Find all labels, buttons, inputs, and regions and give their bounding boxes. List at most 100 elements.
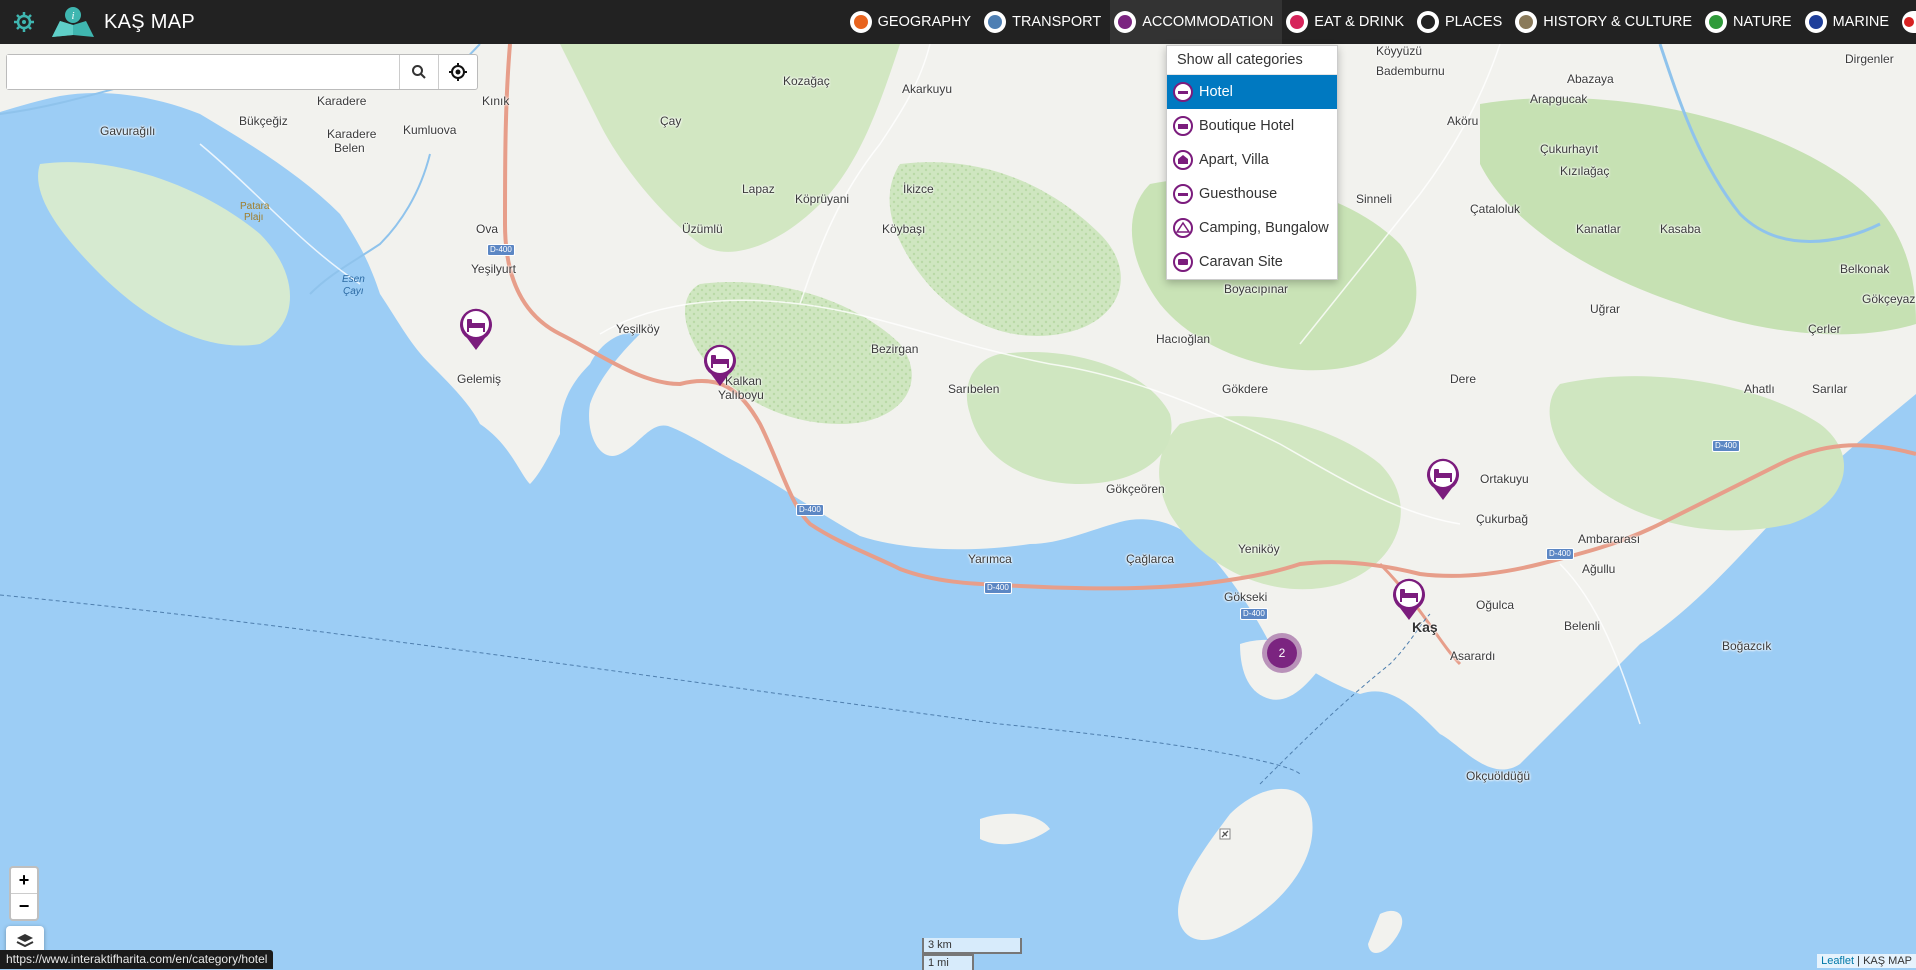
dropdown-item-boutique-hotel[interactable]: Boutique Hotel: [1167, 109, 1337, 143]
place-label: Belkonak: [1840, 262, 1890, 276]
bed-icon: [704, 344, 736, 386]
place-label: Çayı: [343, 286, 364, 297]
attribution-separator: |: [1854, 955, 1864, 967]
place-label: Çay: [660, 114, 682, 128]
road-shield: D-400: [1712, 440, 1740, 452]
place-label: Karadere: [317, 94, 367, 108]
hotel-marker[interactable]: [702, 342, 738, 388]
place-label: İkizce: [903, 182, 934, 196]
nav-geography[interactable]: GEOGRAPHY: [846, 0, 980, 44]
bed-icon: [460, 308, 492, 350]
place-label: Yeniköy: [1238, 542, 1280, 556]
airport-icon: [1219, 828, 1231, 840]
place-label: Yeşilyurt: [471, 262, 516, 276]
layers-icon: [16, 934, 34, 948]
nav-eat-drink[interactable]: EAT & DRINK: [1282, 0, 1413, 44]
scale-km: 3 km: [922, 938, 1022, 954]
place-label: Köyyüzü: [1376, 44, 1423, 58]
place-label: Kumluova: [403, 123, 457, 137]
hotel-marker[interactable]: [458, 306, 494, 352]
nav-nature[interactable]: NATURE: [1701, 0, 1801, 44]
place-label: Gökseki: [1224, 590, 1268, 604]
marker-cluster[interactable]: 2: [1262, 633, 1302, 673]
bus-icon: [984, 11, 1007, 33]
place-label: Bademburnu: [1376, 64, 1445, 78]
zoom-in-button[interactable]: +: [11, 868, 37, 893]
svg-text:i: i: [71, 10, 74, 22]
place-label: Sarıbelen: [948, 382, 1000, 396]
place-label: Yeşilköy: [616, 322, 660, 336]
nav-more[interactable]: [1898, 0, 1916, 44]
place-label: Boyacıpınar: [1224, 282, 1289, 296]
road-shield: D-400: [796, 504, 824, 516]
place-label: Ambararası: [1578, 532, 1641, 546]
map-canvas[interactable]: Karadere Bükçeğiz Gavurağılı Karadere Be…: [0, 44, 1916, 969]
nav-marine[interactable]: MARINE: [1801, 0, 1898, 44]
gear-icon[interactable]: [12, 10, 36, 34]
nav-accommodation[interactable]: ACCOMMODATION: [1110, 0, 1283, 44]
dropdown-item-apart-villa[interactable]: Apart, Villa: [1167, 143, 1337, 177]
brand-logo-link[interactable]: i KAŞ MAP: [50, 4, 195, 40]
accommodation-dropdown: Show all categories Hotel Boutique Hotel…: [1166, 45, 1338, 280]
dropdown-item-label: Hotel: [1199, 84, 1233, 100]
place-label: Dirgenler: [1845, 52, 1894, 66]
place-label: Hacıoğlan: [1156, 332, 1211, 346]
column-icon: [1515, 11, 1538, 33]
place-label: Belenli: [1564, 619, 1601, 633]
cluster-count: 2: [1267, 638, 1297, 668]
place-label: Belen: [334, 141, 365, 155]
dropdown-item-guesthouse[interactable]: Guesthouse: [1167, 177, 1337, 211]
road-shield: D-400: [1546, 548, 1574, 560]
status-bar-url: https://www.interaktifharita.com/en/cate…: [0, 950, 274, 969]
hotel-marker[interactable]: [1391, 576, 1427, 622]
anchor-icon: [1804, 11, 1827, 33]
locate-button[interactable]: [438, 55, 477, 89]
place-label: Uğrar: [1590, 302, 1621, 316]
zoom-control: + −: [9, 866, 39, 921]
leaflet-link[interactable]: Leaflet: [1821, 955, 1854, 967]
show-all-categories[interactable]: Show all categories: [1167, 46, 1337, 75]
place-label: Gelemiş: [457, 372, 502, 386]
place-label: Oğulca: [1476, 598, 1515, 612]
house-icon: [1417, 11, 1440, 33]
place-label: Yalıboyu: [718, 388, 764, 402]
place-label: Lapaz: [742, 182, 775, 196]
caravan-icon: [1173, 252, 1193, 272]
dropdown-item-caravan-site[interactable]: Caravan Site: [1167, 245, 1337, 279]
nav-places[interactable]: PLACES: [1413, 0, 1511, 44]
place-label: Gökçeyazı: [1862, 292, 1916, 306]
place-label: Karadere: [327, 127, 377, 141]
place-label: Çerler: [1808, 322, 1841, 336]
road-shield: D-400: [487, 244, 515, 256]
place-label: Sinneli: [1356, 192, 1393, 206]
dropdown-item-label: Guesthouse: [1199, 186, 1278, 202]
search-control: [6, 54, 478, 90]
nav-label: TRANSPORT: [1012, 14, 1102, 30]
nav-label: HISTORY & CULTURE: [1543, 14, 1693, 30]
cutlery-icon: [1286, 11, 1309, 33]
zoom-out-button[interactable]: −: [11, 893, 37, 919]
place-label: Arapgucak: [1530, 92, 1588, 106]
place-label: Köprüyani: [795, 192, 850, 206]
place-label: Abazaya: [1567, 72, 1614, 86]
hotel-marker[interactable]: [1425, 456, 1461, 502]
dropdown-item-label: Apart, Villa: [1199, 152, 1269, 168]
dropdown-item-camping-bungalow[interactable]: Camping, Bungalow: [1167, 211, 1337, 245]
place-label: Bezirgan: [871, 342, 919, 356]
place-label: Patara: [240, 201, 270, 212]
place-label: Köybaşı: [882, 222, 926, 236]
place-label: Kozağaç: [783, 74, 830, 88]
nav-transport[interactable]: TRANSPORT: [980, 0, 1110, 44]
dropdown-item-hotel[interactable]: Hotel: [1167, 75, 1337, 109]
place-label: Üzümlü: [682, 222, 723, 236]
road-shield: D-400: [1240, 608, 1268, 620]
search-button[interactable]: [399, 55, 438, 89]
bed-icon: [1114, 11, 1137, 33]
sun-icon: [849, 11, 872, 33]
map-scale: 3 km 1 mi: [922, 938, 1022, 970]
place-label: Esen: [342, 274, 365, 285]
nav-history-culture[interactable]: HISTORY & CULTURE: [1511, 0, 1701, 44]
search-input[interactable]: [7, 55, 399, 89]
villa-icon: [1173, 150, 1193, 170]
dropdown-item-label: Camping, Bungalow: [1199, 220, 1329, 236]
